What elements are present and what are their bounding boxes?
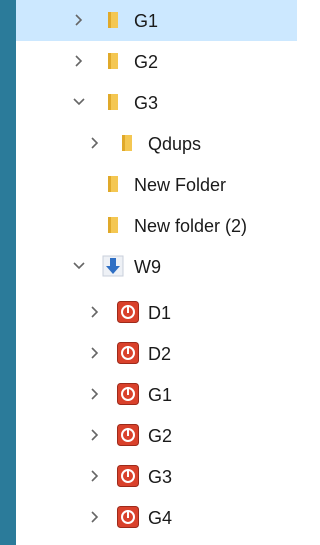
folder-icon xyxy=(122,135,132,151)
tree-item-w9-g4[interactable]: G4 xyxy=(16,497,297,538)
tree-item-label: G4 xyxy=(148,508,173,528)
chevron-right-icon[interactable] xyxy=(72,13,86,27)
tree-item-label: G1 xyxy=(148,385,173,405)
chevron-down-icon[interactable] xyxy=(72,259,86,273)
tree-item-new-folder[interactable]: New Folder xyxy=(16,164,297,205)
tree-item-w9[interactable]: W9 xyxy=(16,246,297,287)
tree-item-label: W9 xyxy=(134,257,161,277)
tree-item-qdups[interactable]: Qdups xyxy=(16,123,297,164)
chevron-right-icon[interactable] xyxy=(72,54,86,68)
folder-tree: G1 G2 G3 Qdups New Folder New folder (2)… xyxy=(16,0,297,545)
tree-item-d1[interactable]: D1 xyxy=(16,292,297,333)
tree-item-label: G1 xyxy=(134,11,159,31)
chevron-right-icon[interactable] xyxy=(88,387,102,401)
chevron-right-icon[interactable] xyxy=(88,305,102,319)
tree-item-label: Qdups xyxy=(148,134,202,154)
tree-item-label: D2 xyxy=(148,344,172,364)
chevron-right-icon[interactable] xyxy=(88,346,102,360)
tree-item-d2[interactable]: D2 xyxy=(16,333,297,374)
chevron-right-icon[interactable] xyxy=(88,510,102,524)
power-error-icon xyxy=(117,506,139,528)
chevron-down-icon[interactable] xyxy=(72,95,86,109)
chevron-right-icon[interactable] xyxy=(88,428,102,442)
chevron-right-icon[interactable] xyxy=(88,469,102,483)
power-error-icon xyxy=(117,383,139,405)
tree-item-w9-g1[interactable]: G1 xyxy=(16,374,297,415)
tree-item-label: New folder (2) xyxy=(134,216,248,236)
power-error-icon xyxy=(117,424,139,446)
power-error-icon xyxy=(117,465,139,487)
tree-item-w9-g3[interactable]: G3 xyxy=(16,456,297,497)
tree-item-g2[interactable]: G2 xyxy=(16,41,297,82)
power-error-icon xyxy=(117,301,139,323)
folder-icon xyxy=(108,12,118,28)
tree-item-label: G2 xyxy=(134,52,159,72)
tree-item-w9-g2[interactable]: G2 xyxy=(16,415,297,456)
navigation-pane: G1 G2 G3 Qdups New Folder New folder (2)… xyxy=(0,0,297,545)
tree-item-label: G3 xyxy=(134,93,159,113)
pane-splitter[interactable] xyxy=(0,0,16,545)
power-error-icon xyxy=(117,342,139,364)
folder-icon xyxy=(108,176,118,192)
tree-item-g1[interactable]: G1 xyxy=(16,0,297,41)
tree-item-g3[interactable]: G3 xyxy=(16,82,297,123)
tree-item-label: D1 xyxy=(148,303,172,323)
folder-icon xyxy=(108,94,118,110)
chevron-right-icon[interactable] xyxy=(88,136,102,150)
tree-item-label: G2 xyxy=(148,426,173,446)
folder-icon xyxy=(108,217,118,233)
folder-icon xyxy=(108,53,118,69)
tree-item-label: G3 xyxy=(148,467,173,487)
download-arrow-icon xyxy=(102,255,124,277)
tree-item-label: New Folder xyxy=(134,175,227,195)
tree-item-new-folder-2[interactable]: New folder (2) xyxy=(16,205,297,246)
